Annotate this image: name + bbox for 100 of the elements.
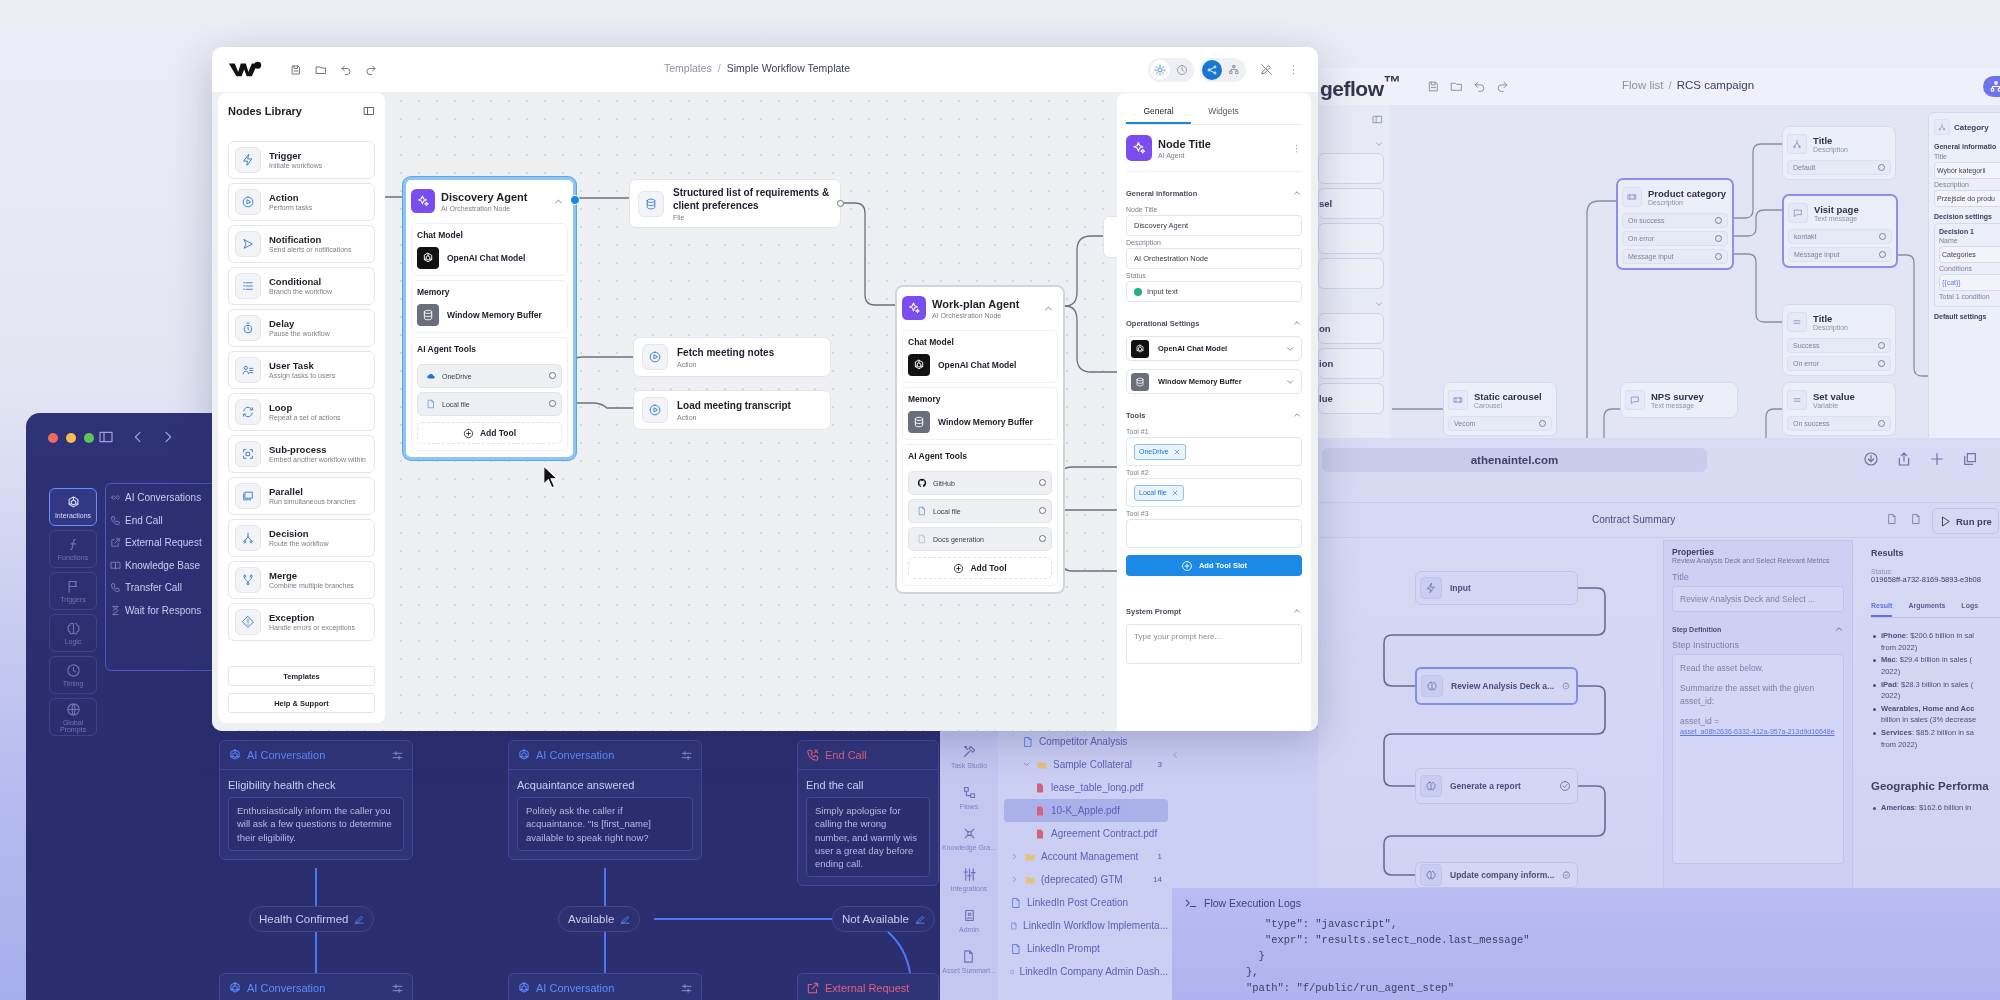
- step-card[interactable]: AI Conversation: [219, 973, 413, 1000]
- branch-label[interactable]: Available: [558, 906, 641, 932]
- document-icon[interactable]: [1886, 513, 1898, 525]
- undo-icon[interactable]: [1472, 80, 1486, 93]
- file-row[interactable]: LinkedIn Company Admin Dash...: [1004, 960, 1168, 983]
- step-title: Acquaintance answered: [516, 778, 636, 793]
- section-title: Memory: [908, 394, 942, 404]
- add-tool-button[interactable]: Add Tool: [908, 557, 1052, 579]
- node-card[interactable]: on: [1318, 313, 1384, 344]
- menu-item[interactable]: Knowledge Base: [110, 559, 201, 571]
- file-row[interactable]: Sample Collateral 3: [1004, 753, 1168, 776]
- step-card[interactable]: AI Conversation: [508, 973, 702, 1000]
- pdf-icon: [1034, 804, 1046, 817]
- connector-line: [384, 196, 404, 198]
- close-button[interactable]: [48, 433, 58, 443]
- step-card[interactable]: AI Conversation Eligibility health check Enthusiastically inform the caller you will ask a few questions to determine their eligibility.: [219, 740, 413, 860]
- file-row[interactable]: Agreement Contract.pdf: [1004, 822, 1168, 845]
- download-icon[interactable]: [1863, 451, 1879, 467]
- sliders-icon[interactable]: [680, 981, 693, 995]
- chevron-up-icon[interactable]: [1834, 624, 1844, 634]
- lines-icon: [1787, 312, 1807, 332]
- minimize-button[interactable]: [66, 433, 76, 443]
- step-card[interactable]: AI Conversation Acquaintance answered Politely ask the caller if acquaintance. "Is [first_name] available to speak right now?: [508, 740, 702, 860]
- menu-item[interactable]: Transfer Call: [110, 582, 182, 593]
- pen-off-icon[interactable]: [1260, 63, 1273, 76]
- file-row[interactable]: LinkedIn Prompt: [1004, 937, 1168, 960]
- pencil-icon[interactable]: [620, 913, 632, 925]
- address-bar[interactable]: athenaintel.com: [1322, 448, 1707, 472]
- phone-icon: [110, 514, 121, 526]
- save-icon[interactable]: [1426, 80, 1440, 93]
- sidebar-toggle-icon[interactable]: [1372, 114, 1383, 125]
- node-card[interactable]: ion: [1318, 348, 1384, 379]
- menu-item[interactable]: AI Conversations: [110, 492, 202, 503]
- sidebar-toggle-icon[interactable]: [363, 105, 375, 117]
- flow-icon: [961, 785, 977, 800]
- chevron-up-icon[interactable]: [1292, 410, 1302, 420]
- sliders-icon[interactable]: [391, 981, 404, 995]
- step-card[interactable]: End Call End the call Simply apologise for calling the wrong number, and warmly wis user a great day before ending call.: [797, 740, 939, 887]
- branch-label[interactable]: Not Available: [832, 906, 935, 932]
- tabs-icon[interactable]: [1962, 451, 1978, 467]
- bolt-icon: [1420, 577, 1442, 599]
- sparkle-icon: [902, 296, 926, 320]
- flow-step[interactable]: Generate a report: [1415, 768, 1578, 804]
- pencil-icon[interactable]: [914, 913, 926, 925]
- document-icon: [917, 534, 927, 544]
- chevron-down-icon[interactable]: [1374, 299, 1384, 309]
- document-icon[interactable]: [1910, 513, 1922, 525]
- save-icon[interactable]: [290, 63, 302, 76]
- node-card[interactable]: lue: [1318, 383, 1384, 414]
- share-icon[interactable]: [1896, 451, 1912, 467]
- file-row[interactable]: LinkedIn Post Creation: [1004, 891, 1168, 914]
- memory-name: Window Memory Buffer: [938, 417, 1033, 427]
- redo-icon[interactable]: [365, 63, 377, 76]
- sidebar-toggle-icon[interactable]: [98, 429, 114, 445]
- branch-label[interactable]: Health Confirmed: [249, 906, 375, 932]
- node-card[interactable]: [1318, 223, 1384, 254]
- run-button[interactable]: Run pre: [1932, 508, 1999, 534]
- chevron-up-icon[interactable]: [1292, 606, 1302, 616]
- sliders-icon[interactable]: [391, 748, 404, 762]
- maximize-button[interactable]: [84, 433, 94, 443]
- menu-item[interactable]: End Call: [110, 514, 163, 526]
- menu-item[interactable]: Wait for Respons: [110, 604, 202, 616]
- file-row[interactable]: (deprecated) GTM 14: [1004, 868, 1168, 891]
- folder-icon[interactable]: [1449, 80, 1463, 93]
- pencil-icon[interactable]: [354, 913, 366, 925]
- brain-icon: [1420, 864, 1442, 886]
- item-title: Action: [269, 192, 300, 204]
- file-row[interactable]: Account Management 1: [1004, 845, 1168, 868]
- tab[interactable]: Widgets: [1191, 99, 1256, 124]
- port-handle[interactable]: [837, 200, 844, 207]
- node-title: Structured list of requirements & client preferences: [673, 186, 831, 212]
- chevron-up-icon[interactable]: [1292, 188, 1302, 198]
- flow-step[interactable]: Review Analysis Deck a...: [1415, 667, 1578, 705]
- undo-icon[interactable]: [340, 63, 352, 76]
- status-dot: [1134, 287, 1142, 296]
- prompt-field[interactable]: Type your prompt here...: [1126, 624, 1302, 664]
- toggle-button[interactable]: [1202, 59, 1222, 80]
- chevron-up-icon[interactable]: [1292, 318, 1302, 328]
- add-icon[interactable]: [1929, 451, 1945, 467]
- flow-step[interactable]: Input: [1415, 571, 1578, 605]
- connector-line: [887, 931, 911, 974]
- collapse-icon[interactable]: [1170, 750, 1180, 760]
- node-card[interactable]: [1318, 153, 1384, 184]
- file-row[interactable]: LinkedIn Workflow Implementa...: [1004, 914, 1168, 937]
- document-icon: [1022, 735, 1034, 748]
- tool-field[interactable]: [1126, 519, 1302, 548]
- folder-icon[interactable]: [315, 63, 327, 76]
- tab[interactable]: General: [1126, 99, 1191, 124]
- node-card[interactable]: [1318, 258, 1384, 289]
- flow-step[interactable]: Update company inform...: [1415, 862, 1578, 888]
- redo-icon[interactable]: [1495, 80, 1509, 93]
- toggle-button[interactable]: [1150, 59, 1170, 80]
- sliders-icon[interactable]: [680, 748, 693, 762]
- node-card[interactable]: sel: [1318, 188, 1384, 219]
- add-tool-button[interactable]: Add Tool: [417, 422, 562, 444]
- chevron-down-icon[interactable]: [1374, 139, 1384, 149]
- step-type: AI Conversation: [247, 982, 326, 994]
- node-card[interactable]: [1103, 216, 1117, 258]
- menu-item[interactable]: External Request: [110, 537, 202, 548]
- file-row[interactable]: lease_table_long.pdf: [1004, 776, 1168, 799]
